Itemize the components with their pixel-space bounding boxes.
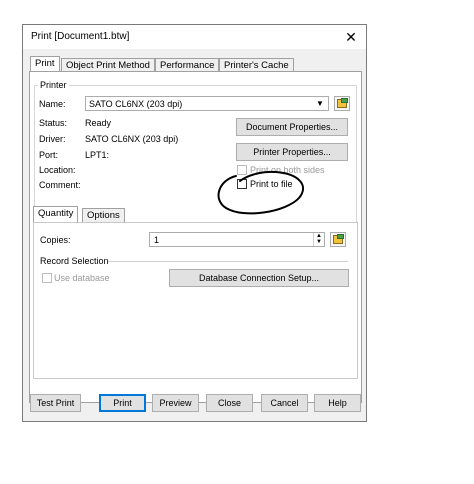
annotation-circle — [217, 170, 304, 215]
annotation-circle-stroke — [217, 170, 304, 215]
